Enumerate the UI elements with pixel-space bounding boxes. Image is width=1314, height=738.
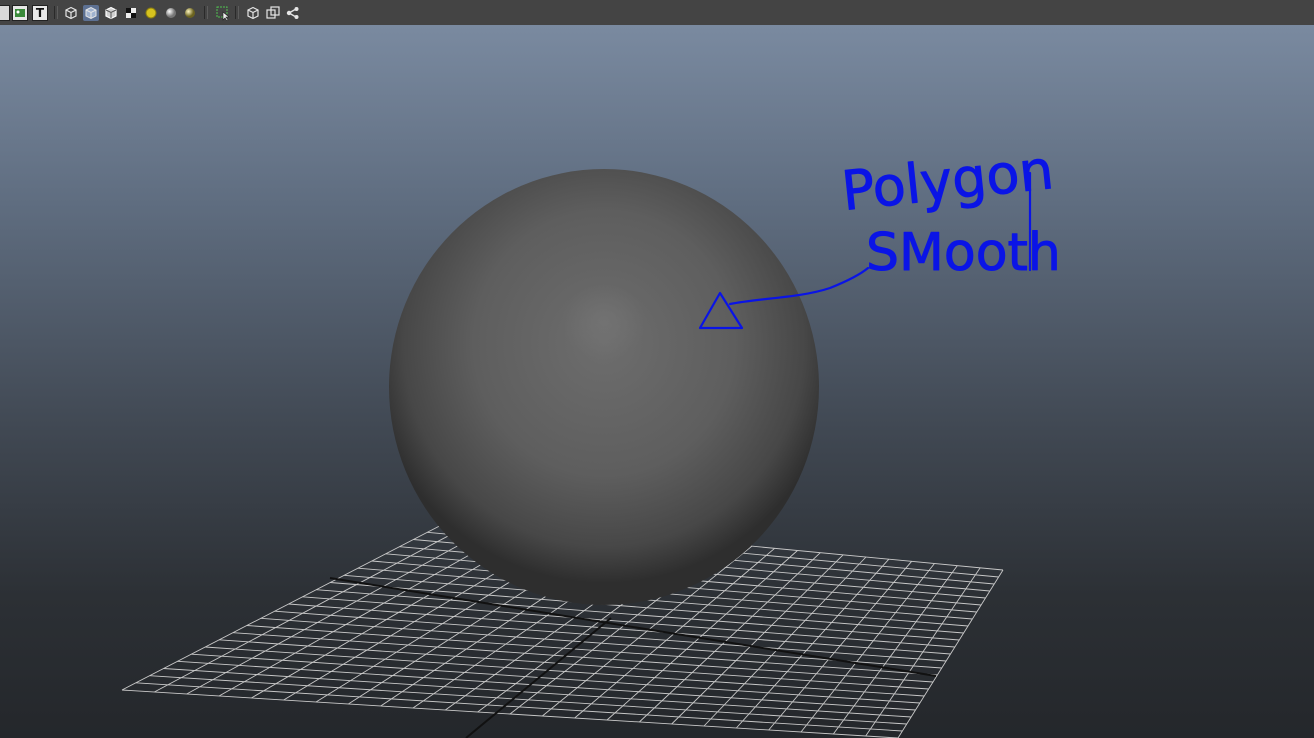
xray-icon[interactable] bbox=[265, 5, 281, 21]
scene-canvas: Polygon SMooth bbox=[121, 138, 1061, 738]
viewport-toolbar: T bbox=[0, 0, 1314, 26]
toolbar-separator bbox=[235, 6, 239, 19]
toolbar-separator bbox=[54, 6, 58, 19]
toolbar-separator bbox=[204, 6, 208, 19]
shadows-icon[interactable] bbox=[182, 5, 198, 21]
wireframe-cube-icon[interactable] bbox=[63, 5, 79, 21]
annotation-line-1: Polygon bbox=[839, 138, 1057, 223]
textured-checker-icon[interactable] bbox=[123, 5, 139, 21]
default-material-icon[interactable] bbox=[163, 5, 179, 21]
smooth-shaded-cube-icon[interactable] bbox=[83, 5, 99, 21]
wireframe-on-shaded-cube-icon[interactable] bbox=[103, 5, 119, 21]
perspective-viewport[interactable]: Polygon SMooth bbox=[0, 25, 1314, 738]
annotation-line-2: SMooth bbox=[866, 223, 1061, 283]
polygon-sphere[interactable] bbox=[389, 169, 819, 605]
text-t-icon[interactable]: T bbox=[32, 5, 48, 21]
image-plane-icon[interactable] bbox=[12, 5, 28, 21]
select-camera-icon[interactable] bbox=[215, 5, 231, 21]
use-all-lights-icon[interactable] bbox=[143, 5, 159, 21]
camera-attributes-icon[interactable] bbox=[0, 5, 10, 21]
xray-joints-icon[interactable] bbox=[285, 5, 301, 21]
isolate-select-icon[interactable] bbox=[245, 5, 261, 21]
